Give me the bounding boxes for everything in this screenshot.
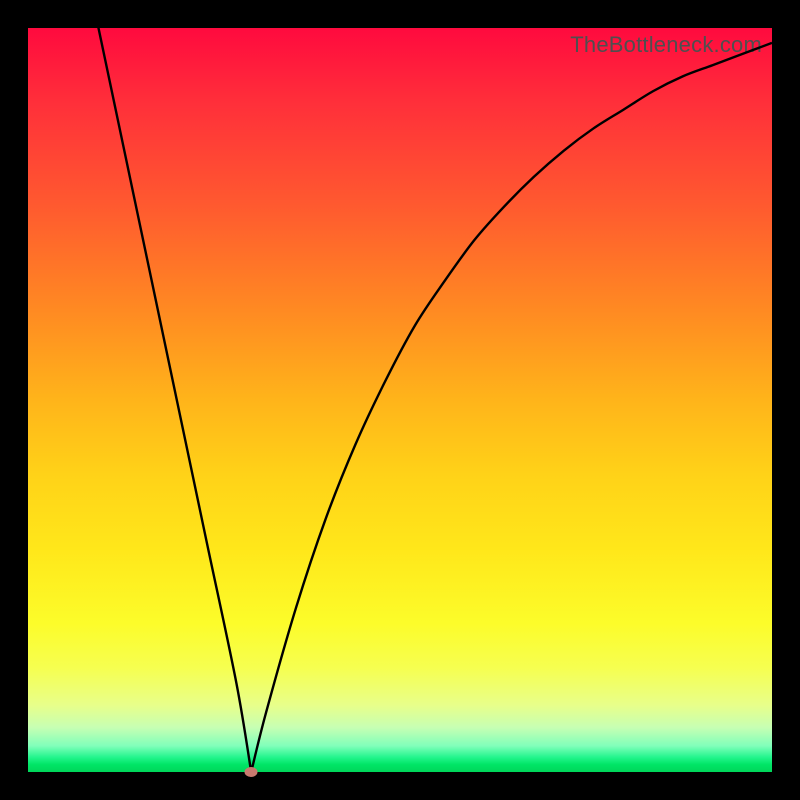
plot-area: TheBottleneck.com — [28, 28, 772, 772]
minimum-marker — [245, 767, 258, 777]
chart-frame: TheBottleneck.com — [0, 0, 800, 800]
bottleneck-curve — [28, 28, 772, 772]
